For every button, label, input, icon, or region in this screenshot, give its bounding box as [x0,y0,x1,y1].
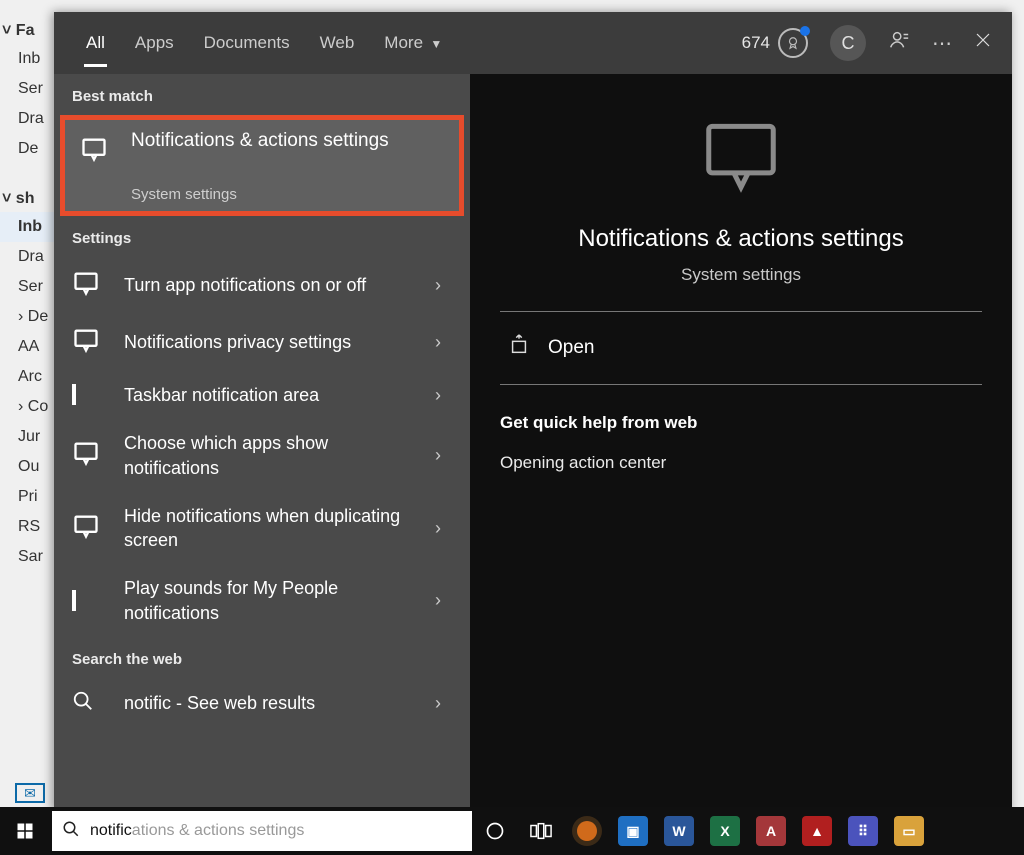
folder-item[interactable]: De [0,134,60,164]
folder-item[interactable]: Jur [0,422,60,452]
folder-item[interactable]: Ou [0,452,60,482]
folder-group-shared[interactable]: ˅ sh [0,186,60,212]
more-options-icon[interactable]: ⋯ [932,31,952,56]
settings-result-row[interactable]: Turn app notifications on or off › [54,257,470,314]
tab-apps[interactable]: Apps [123,23,186,63]
search-web-header: Search the web [54,637,470,678]
notification-icon [77,132,111,166]
detail-subtitle: System settings [681,265,801,285]
detail-title: Notifications & actions settings [578,225,904,253]
open-label: Open [548,337,594,359]
folder-item[interactable]: Sar [0,542,60,572]
taskbar-app-generic[interactable]: ▣ [610,807,656,855]
folder-item[interactable]: Dra [0,242,60,272]
chevron-right-icon[interactable]: › [424,693,452,714]
settings-header: Settings [54,216,470,257]
chevron-down-icon: ▼ [427,37,442,51]
chevron-right-icon[interactable]: › [424,590,452,611]
result-title: Turn app notifications on or off [124,273,412,297]
search-icon [72,690,112,717]
folder-item[interactable]: › De [0,302,60,332]
folder-item[interactable]: Inb [0,44,60,74]
chevron-right-icon[interactable]: › [424,332,452,353]
best-match-title: Notifications & actions settings [131,128,447,154]
notification-icon [72,512,112,545]
notification-icon-large [698,112,784,203]
folder-item[interactable]: Pri [0,482,60,512]
windows-taskbar: notifications & actions settings ▣ W X A… [0,807,1024,855]
search-detail-pane: Notifications & actions settings System … [470,74,1012,812]
cortana-icon[interactable] [472,807,518,855]
tab-documents[interactable]: Documents [192,23,302,63]
folder-item[interactable]: Dra [0,104,60,134]
chevron-right-icon[interactable]: › [424,518,452,539]
start-search-panel: All Apps Documents Web More ▼ 674 C ⋯ Be… [54,12,1012,812]
close-icon[interactable] [974,31,992,55]
taskbar-app-explorer[interactable]: ▭ [886,807,932,855]
search-icon [62,820,80,843]
task-view-icon[interactable] [518,807,564,855]
folder-item[interactable]: RS [0,512,60,542]
taskbar-app-firefox[interactable] [564,807,610,855]
tab-more[interactable]: More ▼ [372,23,454,63]
settings-result-row[interactable]: Hide notifications when duplicating scre… [54,492,470,565]
notification-icon [72,326,112,359]
settings-result-row[interactable]: Play sounds for My People notifications … [54,564,470,637]
folder-group-favorites[interactable]: ˅ Fa [0,18,60,44]
notification-icon [72,269,112,302]
folder-item[interactable]: › Co [0,392,60,422]
open-icon [508,334,530,362]
result-title: Play sounds for My People notifications [124,576,412,625]
result-title: Hide notifications when duplicating scre… [124,504,412,553]
result-title: notific - See web results [124,691,412,715]
settings-result-row[interactable]: Choose which apps show notifications › [54,419,470,492]
rewards-points[interactable]: 674 [742,28,808,58]
tab-all[interactable]: All [74,23,117,63]
feedback-icon[interactable] [888,29,910,57]
best-match-result[interactable]: Notifications & actions settings System … [60,115,464,216]
search-tabs: All Apps Documents Web More ▼ 674 C ⋯ [54,12,1012,74]
user-avatar[interactable]: C [830,25,866,61]
result-title: Taskbar notification area [124,383,412,407]
best-match-subtitle: System settings [131,186,447,203]
taskbar-icon [72,592,112,610]
search-typed-text: notific [90,822,132,840]
background-folder-sidebar: ˅ Fa Inb Ser Dra De ˅ sh Inb Dra Ser › D… [0,18,60,572]
folder-item[interactable]: Ser [0,74,60,104]
folder-item[interactable]: Ser [0,272,60,302]
quick-help-link[interactable]: Opening action center [500,453,982,473]
folder-item[interactable]: Inb [0,212,60,242]
result-title: Choose which apps show notifications [124,431,412,480]
mail-icon[interactable]: ✉ [15,783,45,803]
search-results-column: Best match Notifications & actions setti… [54,74,470,812]
quick-help-header: Get quick help from web [500,413,982,433]
start-button[interactable] [0,807,50,855]
search-autocomplete-suffix: ations & actions settings [132,822,305,840]
folder-item[interactable]: Arc [0,362,60,392]
taskbar-search-box[interactable]: notifications & actions settings [52,811,472,851]
web-search-result-row[interactable]: notific - See web results › [54,678,470,729]
medal-icon [778,28,808,58]
taskbar-app-word[interactable]: W [656,807,702,855]
chevron-right-icon[interactable]: › [424,445,452,466]
notification-icon [72,439,112,472]
chevron-right-icon[interactable]: › [424,275,452,296]
taskbar-app-excel[interactable]: X [702,807,748,855]
result-title: Notifications privacy settings [124,330,412,354]
settings-results-list: Turn app notifications on or off › Notif… [54,257,470,637]
best-match-header: Best match [54,74,470,115]
taskbar-app-pdf[interactable]: ▲ [794,807,840,855]
taskbar-icon [72,386,112,404]
taskbar-app-teams[interactable]: ⠿ [840,807,886,855]
settings-result-row[interactable]: Taskbar notification area › [54,371,470,419]
settings-result-row[interactable]: Notifications privacy settings › [54,314,470,371]
open-action[interactable]: Open [500,312,982,385]
chevron-right-icon[interactable]: › [424,385,452,406]
folder-item[interactable]: AA [0,332,60,362]
tab-web[interactable]: Web [308,23,367,63]
header-right: 674 C ⋯ [742,25,992,61]
taskbar-app-access[interactable]: A [748,807,794,855]
